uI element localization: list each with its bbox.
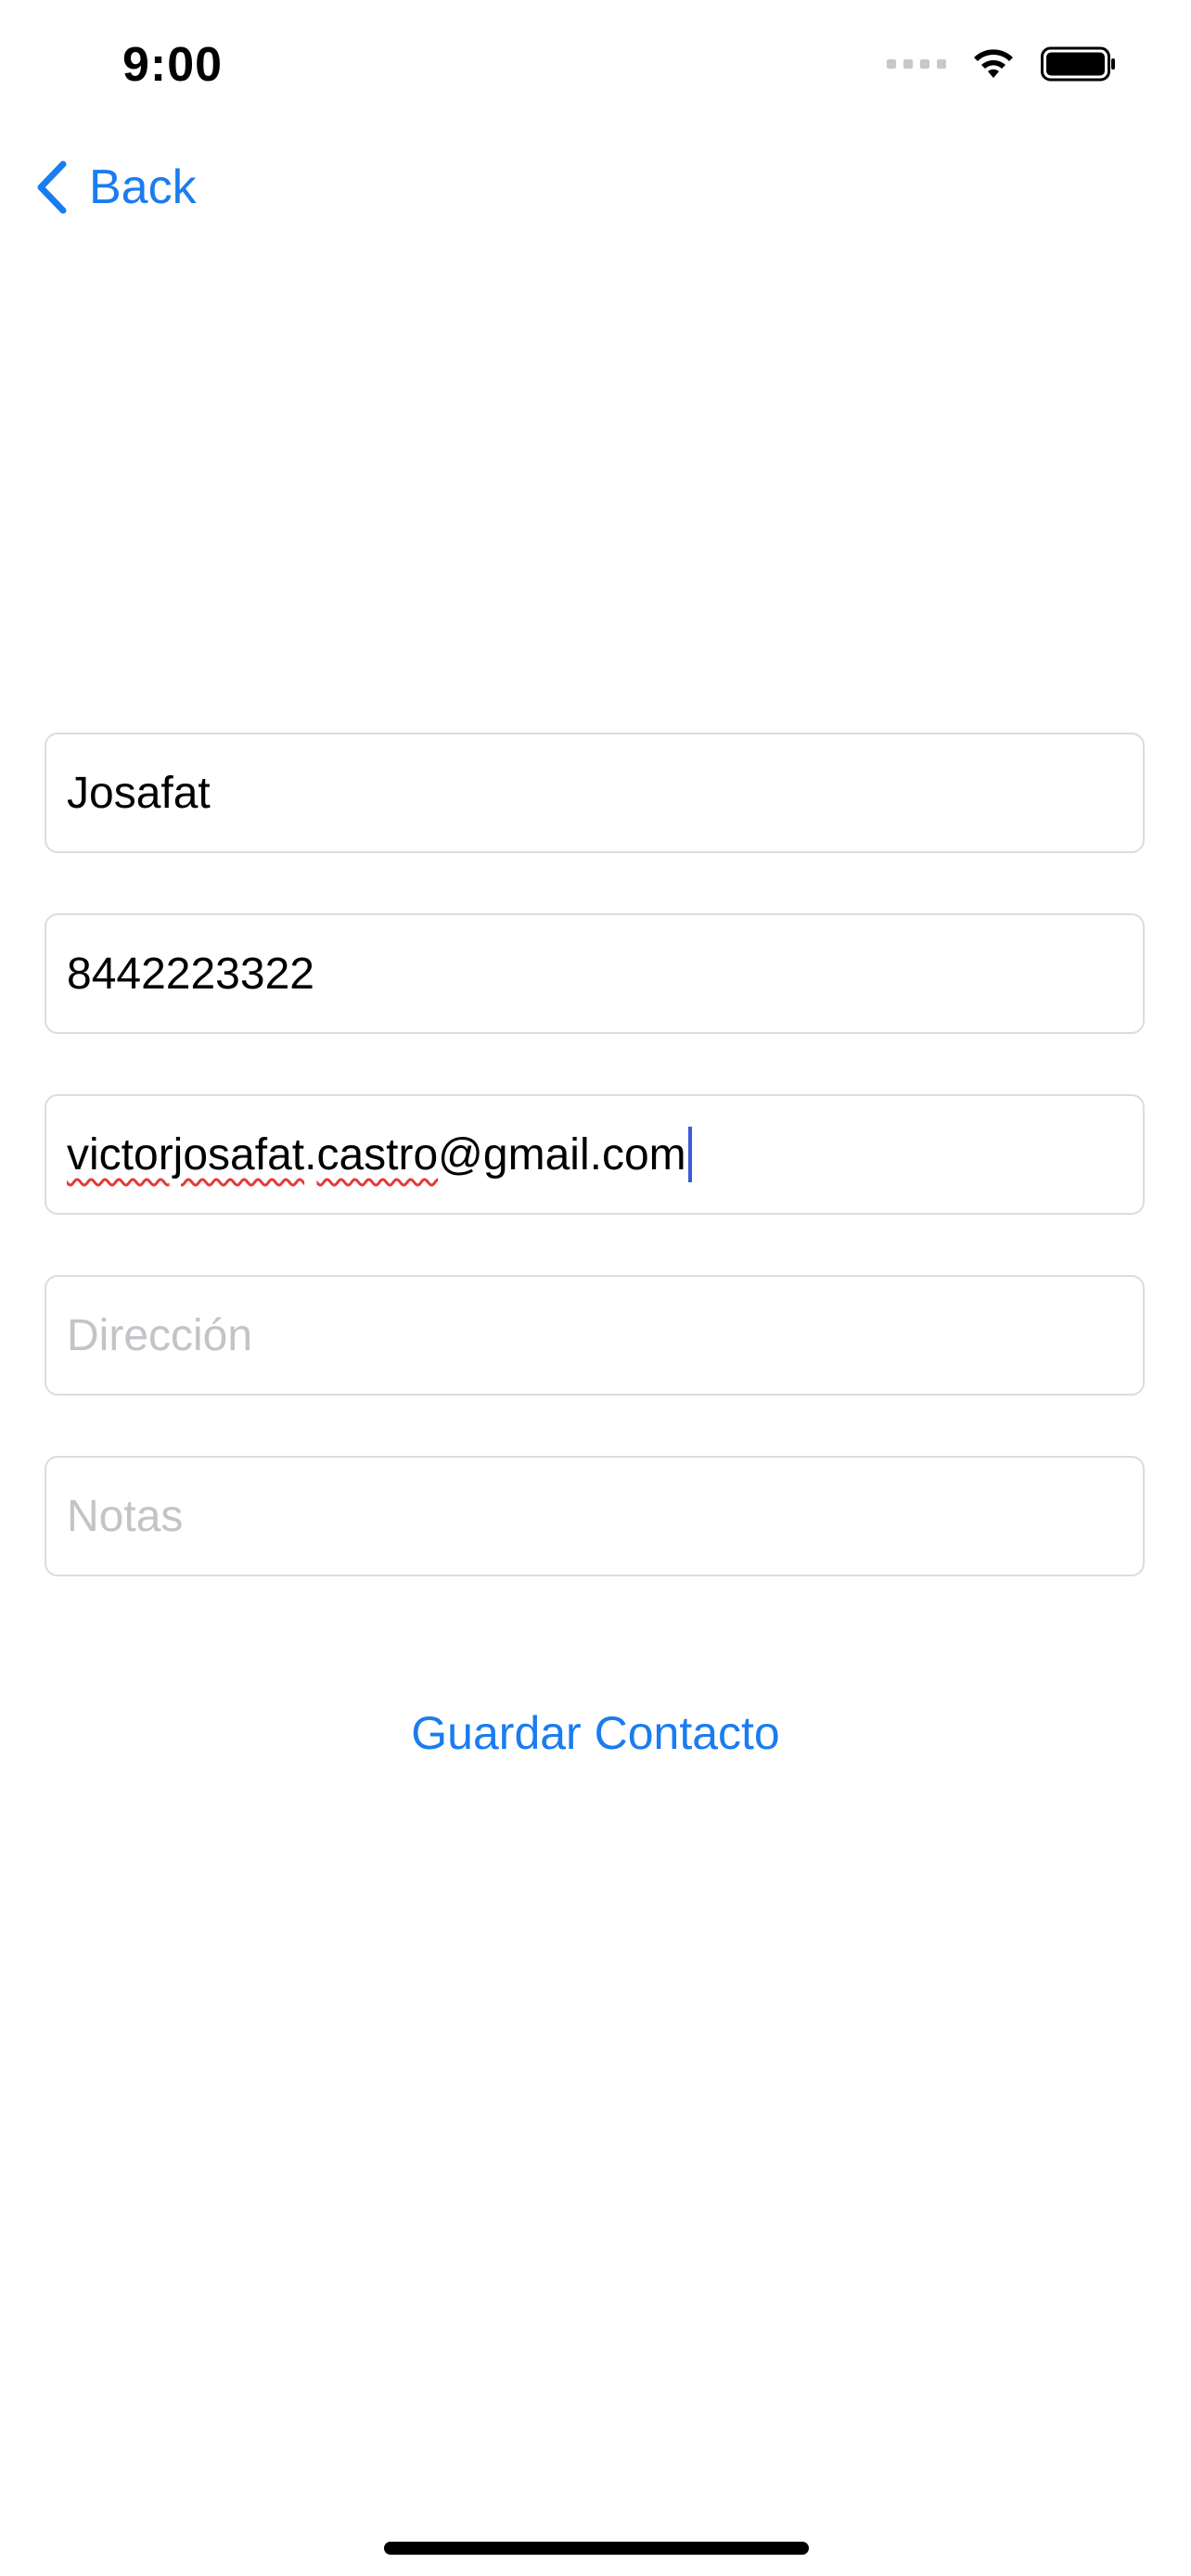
- email-misspelled-part: victorjosafat: [67, 1129, 305, 1180]
- save-contact-button[interactable]: Guardar Contacto: [0, 1706, 1191, 1760]
- home-indicator[interactable]: [384, 2542, 809, 2555]
- email-value: victorjosafat.castro@gmail.com: [67, 1129, 686, 1180]
- chevron-left-icon: [37, 160, 67, 214]
- email-domain: @gmail.com: [438, 1129, 686, 1180]
- phone-field[interactable]: 8442223322: [45, 913, 1145, 1034]
- email-field[interactable]: victorjosafat.castro@gmail.com: [45, 1094, 1145, 1215]
- email-dot: .: [304, 1129, 317, 1180]
- notes-placeholder: Notas: [67, 1491, 184, 1541]
- name-value: Josafat: [67, 768, 211, 818]
- text-caret: [687, 1127, 692, 1182]
- signal-icon: [887, 59, 946, 69]
- phone-value: 8442223322: [67, 949, 314, 999]
- wifi-icon: [974, 49, 1013, 78]
- address-field[interactable]: Dirección: [45, 1275, 1145, 1396]
- back-button[interactable]: Back: [35, 159, 197, 215]
- back-label: Back: [89, 160, 197, 214]
- status-time: 9:00: [122, 38, 224, 92]
- status-icons: [887, 46, 1117, 82]
- address-placeholder: Dirección: [67, 1310, 253, 1360]
- battery-icon: [1041, 46, 1115, 82]
- name-field[interactable]: Josafat: [45, 733, 1145, 853]
- notes-field[interactable]: Notas: [45, 1456, 1145, 1576]
- email-misspelled-part-2: castro: [316, 1129, 439, 1180]
